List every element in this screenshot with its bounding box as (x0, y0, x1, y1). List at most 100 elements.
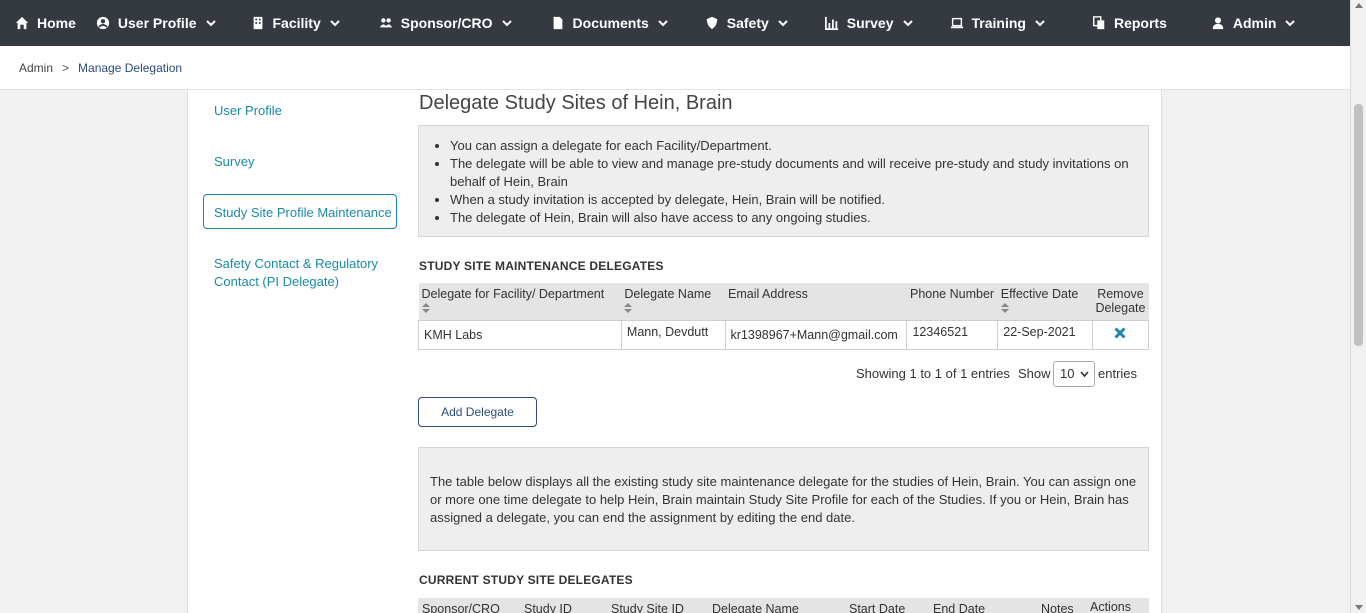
nav-label: Admin (1232, 15, 1277, 31)
chevron-down-icon (902, 20, 913, 27)
table-row: KMH Labs Mann, Devdutt kr1398967+Mann@gm… (418, 319, 1150, 350)
nav-facility[interactable]: Facility (231, 0, 355, 46)
show-label: Show (1018, 366, 1051, 381)
cell-remove (1091, 319, 1150, 350)
nav-sponsor-cro[interactable]: Sponsor/CRO (355, 0, 527, 46)
nav-label: Safety (726, 15, 769, 31)
column-header-actions: Actions (1090, 600, 1131, 613)
sidebar-item-safety-contact[interactable]: Safety Contact & Regulatory Contact (PI … (214, 255, 389, 291)
column-header-remove: Remove Delegate (1092, 283, 1149, 320)
nav-training[interactable]: Training (928, 0, 1060, 46)
entries-label: entries (1098, 366, 1138, 381)
breadcrumb: Admin > Manage Delegation (0, 46, 1350, 90)
nav-user-profile[interactable]: User Profile (90, 0, 231, 46)
nav-home[interactable]: Home (0, 0, 90, 46)
top-navigation: Home User Profile Facility Sponsor/CRO D… (0, 0, 1366, 46)
cell-facility: KMH Labs (418, 319, 622, 350)
nav-label: Facility (272, 15, 321, 31)
breadcrumb-current: Manage Delegation (78, 60, 183, 75)
scroll-thumb[interactable] (1354, 104, 1363, 346)
sort-icon (624, 303, 633, 313)
column-label: Email Address (728, 287, 808, 301)
info-bullet: The delegate will be able to view and ma… (450, 155, 1140, 191)
scroll-up-icon[interactable] (1355, 3, 1363, 8)
page-size-select[interactable]: 10 (1053, 361, 1095, 387)
column-header-delegate-name[interactable]: Delegate Name (621, 283, 726, 320)
column-header-phone: Phone Number (906, 283, 998, 320)
nav-label: Training (971, 15, 1026, 31)
nav-label: Reports (1113, 15, 1167, 31)
info-text: The table below displays all the existin… (430, 474, 1137, 525)
chevron-down-icon (658, 20, 668, 27)
add-delegate-button[interactable]: Add Delegate (418, 397, 537, 427)
laptop-icon (950, 17, 963, 29)
info-bullet: You can assign a delegate for each Facil… (450, 137, 1140, 155)
column-label: Delegate Name (624, 287, 712, 301)
home-icon (15, 16, 29, 30)
column-header-effective-date[interactable]: Effective Date (997, 283, 1093, 320)
chevron-down-icon (501, 20, 512, 27)
sidebar-item-user-profile[interactable]: User Profile (214, 102, 282, 120)
column-label: Delegate for Facility/ Department (421, 287, 605, 301)
nav-documents[interactable]: Documents (527, 0, 683, 46)
column-label: Effective Date (1000, 287, 1079, 301)
user-icon (1212, 17, 1224, 30)
file-icon (553, 16, 562, 30)
cell-delegate-name: Mann, Devdutt (620, 319, 726, 350)
nav-label: User Profile (117, 15, 197, 31)
sort-icon (1000, 303, 1009, 313)
nav-survey[interactable]: Survey (803, 0, 928, 46)
breadcrumb-admin[interactable]: Admin (19, 61, 53, 75)
users-icon (379, 18, 392, 28)
info-box-current: The table below displays all the existin… (418, 447, 1149, 551)
column-header-notes: Notes (1041, 602, 1074, 613)
info-bullet: When a study invitation is accepted by d… (450, 191, 1140, 209)
nav-label: Survey (846, 15, 894, 31)
column-header-study-site-id[interactable]: Study Site ID (611, 602, 684, 613)
cell-email: kr1398967+Mann@gmail.com (724, 319, 908, 350)
nav-label: Sponsor/CRO (400, 15, 493, 31)
chevron-down-icon (1080, 371, 1089, 378)
nav-admin[interactable]: Admin (1181, 0, 1311, 46)
bar-chart-icon (824, 16, 838, 30)
column-label: Phone Number (909, 287, 995, 301)
chevron-down-icon (1035, 20, 1045, 27)
sort-icon (421, 303, 430, 313)
info-bullet: The delegate of Hein, Brain will also ha… (450, 209, 1140, 227)
copy-icon (1093, 16, 1105, 30)
table-header-row: Delegate for Facility/ Department Delega… (418, 283, 1149, 320)
column-label: Remove Delegate (1095, 287, 1146, 315)
cell-effective-date: 22-Sep-2021 (997, 319, 1093, 350)
chevron-down-icon (1285, 20, 1296, 27)
shield-icon (706, 16, 718, 30)
scroll-down-icon[interactable] (1355, 605, 1363, 610)
page-size-value: 10 (1060, 366, 1075, 381)
building-icon (253, 16, 262, 30)
chevron-down-icon (205, 20, 216, 27)
nav-label: Documents (572, 15, 649, 31)
current-delegates-heading: CURRENT STUDY SITE DELEGATES (419, 573, 633, 587)
sidebar-item-survey[interactable]: Survey (214, 153, 254, 171)
user-circle-icon (96, 16, 110, 30)
sidebar-item-label: Study Site Profile Maintenance (214, 205, 392, 220)
nav-reports[interactable]: Reports (1060, 0, 1181, 46)
chevron-down-icon (330, 20, 340, 27)
remove-delegate-icon[interactable] (1114, 327, 1127, 339)
column-header-facility[interactable]: Delegate for Facility/ Department (418, 283, 622, 320)
column-header-sponsor[interactable]: Sponsor/CRO (422, 602, 500, 613)
nav-safety[interactable]: Safety (683, 0, 803, 46)
column-header-study-id[interactable]: Study ID (524, 602, 572, 613)
column-header-end-date[interactable]: End Date (933, 602, 985, 613)
info-box: You can assign a delegate for each Facil… (418, 125, 1149, 237)
column-header-start-date[interactable]: Start Date (849, 602, 905, 613)
column-header-email: Email Address (725, 283, 907, 320)
delegates-table: Delegate for Facility/ Department Delega… (418, 283, 1150, 350)
chevron-down-icon (778, 20, 788, 27)
cell-phone: 12346521 (906, 319, 999, 350)
info-list: You can assign a delegate for each Facil… (450, 137, 1140, 227)
nav-label: Home (37, 15, 76, 31)
maintenance-delegates-heading: STUDY SITE MAINTENANCE DELEGATES (419, 259, 664, 273)
breadcrumb-separator: > (62, 60, 70, 75)
column-header-delegate-name[interactable]: Delegate Name (712, 602, 799, 613)
vertical-scrollbar[interactable] (1350, 0, 1366, 613)
